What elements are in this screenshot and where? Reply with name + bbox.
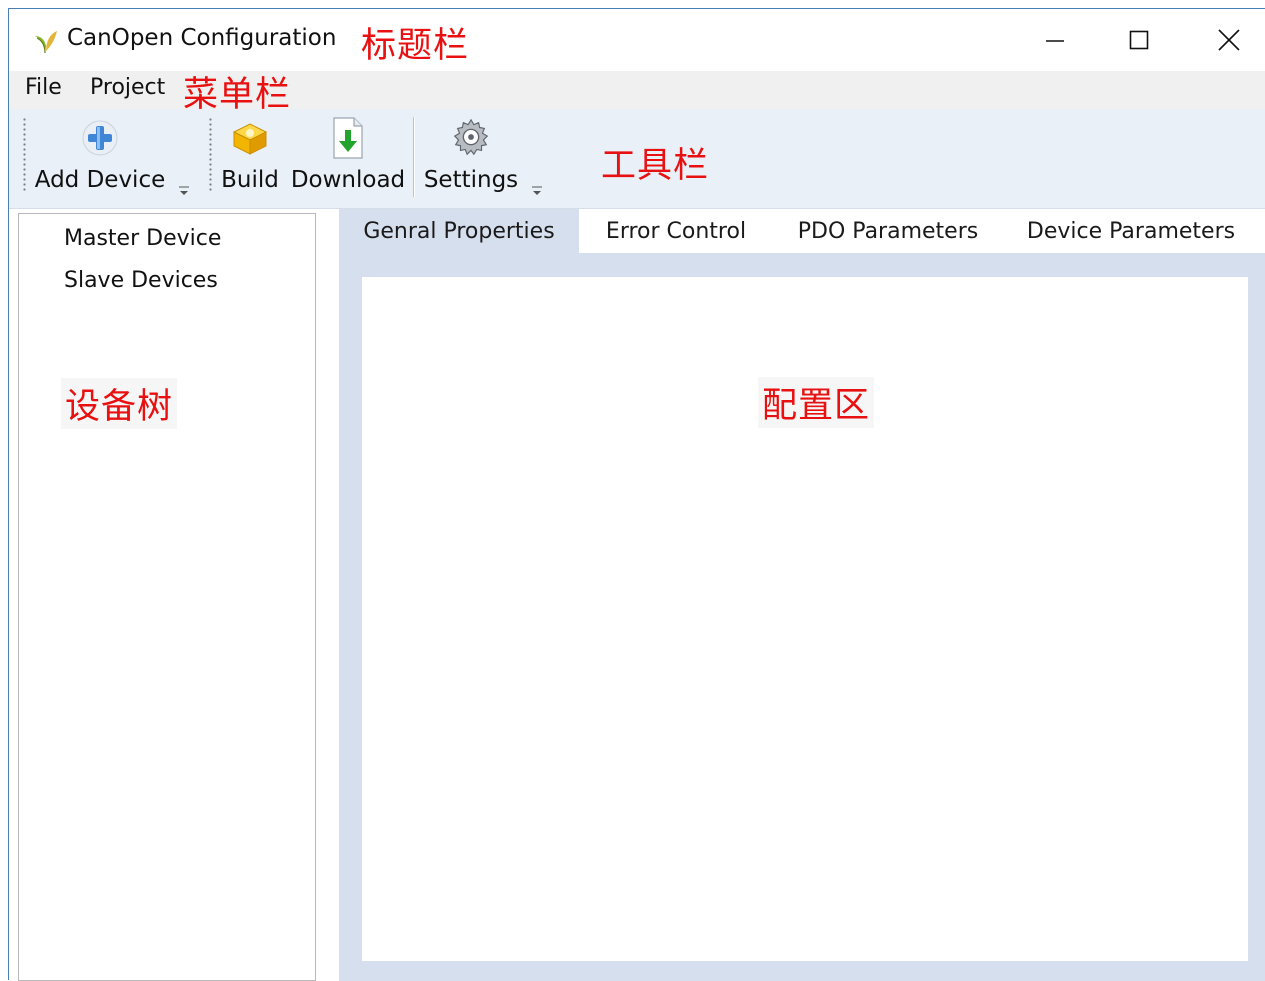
config-panel: 配置区 bbox=[362, 277, 1248, 961]
menu-file[interactable]: File bbox=[21, 75, 66, 100]
add-device-button[interactable]: Add Device bbox=[35, 115, 165, 201]
sprout-icon bbox=[31, 27, 59, 55]
settings-label: Settings bbox=[423, 167, 519, 193]
close-button[interactable] bbox=[1199, 17, 1259, 63]
annotation-device-tree: 设备树 bbox=[61, 378, 178, 429]
annotation-toolbar: 工具栏 bbox=[601, 146, 710, 186]
build-button[interactable]: Build bbox=[219, 115, 281, 201]
tab-general-properties[interactable]: Genral Properties bbox=[339, 209, 579, 253]
toolbar: Add Device Build Download Settings 工具栏 bbox=[9, 109, 1265, 209]
minimize-button[interactable] bbox=[1025, 17, 1085, 63]
toolbar-separator bbox=[413, 117, 414, 197]
toolbar-grip[interactable] bbox=[209, 117, 212, 193]
tree-item-master-device[interactable]: Master Device bbox=[64, 226, 221, 251]
settings-dropdown-icon[interactable] bbox=[530, 185, 544, 197]
tab-pdo-parameters[interactable]: PDO Parameters bbox=[787, 209, 989, 253]
menu-project[interactable]: Project bbox=[86, 75, 169, 100]
minimize-icon bbox=[1046, 40, 1064, 42]
tree-item-slave-devices[interactable]: Slave Devices bbox=[64, 268, 218, 293]
config-area: Genral Properties Error Control PDO Para… bbox=[339, 209, 1265, 981]
add-icon bbox=[78, 115, 122, 161]
build-icon bbox=[228, 115, 272, 161]
add-device-dropdown-icon[interactable] bbox=[177, 185, 191, 197]
tab-error-control[interactable]: Error Control bbox=[591, 209, 761, 253]
tab-strip: Genral Properties Error Control PDO Para… bbox=[339, 209, 1265, 253]
device-tree: Master Device Slave Devices 设备树 bbox=[18, 213, 316, 981]
annotation-config-area: 配置区 bbox=[758, 377, 875, 428]
close-icon bbox=[1218, 29, 1240, 51]
build-label: Build bbox=[221, 167, 279, 193]
gear-icon bbox=[449, 115, 493, 161]
download-icon bbox=[326, 115, 370, 161]
toolbar-grip[interactable] bbox=[23, 117, 26, 193]
settings-button[interactable]: Settings bbox=[423, 115, 519, 201]
window-title: CanOpen Configuration bbox=[67, 25, 337, 51]
tab-device-parameters[interactable]: Device Parameters bbox=[1017, 209, 1245, 253]
add-device-label: Add Device bbox=[34, 167, 166, 193]
download-label: Download bbox=[290, 167, 406, 193]
title-bar: CanOpen Configuration 标题栏 bbox=[9, 9, 1265, 71]
app-window: CanOpen Configuration 标题栏 File Project 菜… bbox=[8, 8, 1265, 981]
maximize-button[interactable] bbox=[1109, 17, 1169, 63]
annotation-title-bar: 标题栏 bbox=[361, 26, 470, 66]
download-button[interactable]: Download bbox=[289, 115, 407, 201]
menu-bar: File Project 菜单栏 bbox=[9, 71, 1265, 115]
maximize-icon bbox=[1129, 30, 1149, 50]
